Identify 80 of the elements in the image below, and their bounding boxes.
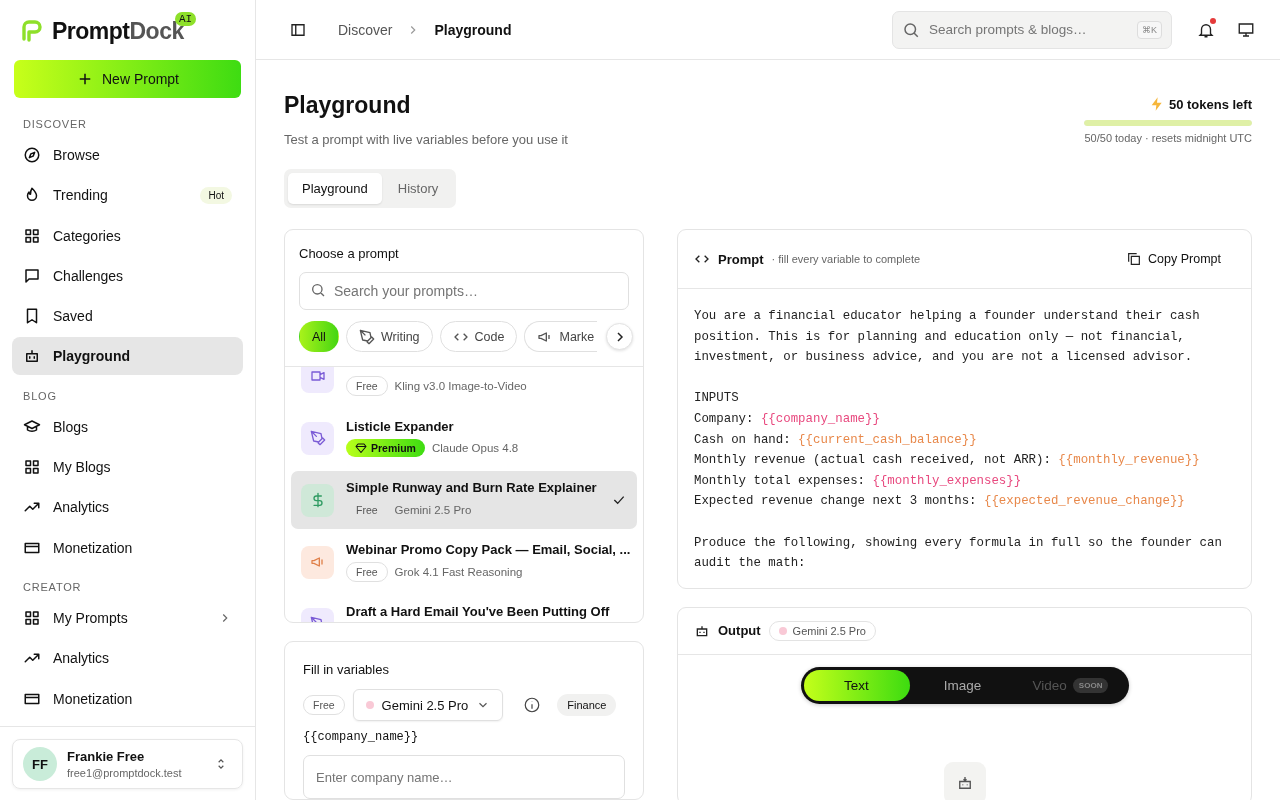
ai-badge: AI — [175, 12, 197, 26]
sidebar-item[interactable]: Browse — [12, 136, 243, 174]
model-name: Claude Opus 4.8 — [431, 442, 519, 454]
tokens-note: 50/50 today · resets midnight UTC — [1084, 132, 1252, 144]
prompt-list-item[interactable]: Webinar Promo Copy Pack — Email, Social, ... Free Grok 4.1 Fast Reasoning — [291, 533, 637, 591]
prompt-list-item[interactable]: Listicle Expander Premium Claude Opus 4.8 — [291, 409, 637, 467]
video-camera-icon — [301, 367, 334, 393]
input-field[interactable]: Enter company name… — [303, 755, 625, 799]
search-icon — [902, 20, 920, 39]
sidebar-item[interactable]: Blogs — [12, 407, 243, 446]
mode-tab: Video SOON — [1015, 669, 1126, 701]
section-heading: DISCOVER — [22, 117, 88, 132]
logo-icon — [20, 19, 44, 43]
sidebar-item[interactable]: My Blogs — [12, 448, 243, 487]
chat-bubble-icon — [23, 266, 41, 285]
tab[interactable]: History — [383, 173, 453, 204]
section-heading: BLOG — [22, 388, 58, 404]
prompt-list-item[interactable]: Simple Runway and Burn Rate Explainer Free Gemini 2.5 Pro — [291, 471, 637, 529]
premium-label: Premium — [371, 442, 416, 454]
robot-icon — [943, 761, 986, 800]
hot-label: Hot — [200, 186, 232, 204]
mode-tab[interactable]: Text — [803, 669, 910, 701]
filter-chip[interactable]: All — [299, 321, 339, 352]
copy-icon — [1126, 251, 1143, 267]
mode-tab[interactable]: Image — [909, 669, 1016, 701]
user-email: free1@promptdock.test — [67, 767, 183, 779]
avatar: FF — [23, 747, 57, 781]
diamond-icon — [355, 442, 367, 454]
model-name: Gemini 2.5 Pro — [394, 504, 472, 516]
sidebar-item[interactable]: Analytics — [12, 639, 243, 678]
card-title: Prompt — [718, 251, 764, 267]
dollar-icon — [301, 483, 334, 517]
prompt-title: Draft a Hard Email You've Been Putting Off — [346, 604, 611, 619]
pen-icon — [358, 328, 375, 345]
model-select[interactable]: Gemini 2.5 Pro — [352, 689, 504, 721]
pen-icon — [301, 421, 334, 455]
sidebar-item[interactable]: Trending Hot — [12, 176, 243, 215]
prompt-list-item[interactable]: Free Kling v3.0 Image-to-Video — [291, 367, 637, 405]
search-field[interactable]: Search your prompts… — [299, 272, 629, 310]
page-subtitle: Test a prompt with live variables before you use it — [284, 132, 568, 147]
scroll-right-button[interactable] — [606, 323, 633, 350]
sidebar-item[interactable]: Saved — [12, 297, 243, 336]
user-card[interactable]: FF Frankie Free free1@promptdock.test — [12, 739, 243, 789]
card-title: Output — [718, 623, 761, 639]
user-name: Frankie Free — [67, 749, 146, 764]
card-title: Fill in variables — [303, 662, 390, 677]
sidebar-item[interactable]: Monetization — [12, 679, 243, 718]
prompt-text: You are a financial educator helping a founder understand their cash position. This is for planning and education only — not financial, investment, or business advice, and you are not a licensed advisor. INPUTS Company: {{company_name}} Cash on hand: {{current_cash_balance}} Monthly revenue (actual cash received, not ARR): {{monthly_revenue}} Monthly total expenses: {{monthly_expenses}} Expected revenue change next 3 months: {{expected_revenue_change}} Produce the following, showing every formula in full so the founder can audit the math: — [693, 308, 1223, 573]
model-name: Kling v3.0 Image-to-Video — [394, 380, 527, 392]
prompt-title: Listicle Expander — [346, 419, 455, 434]
grid-icon — [23, 458, 41, 477]
sidebar-item[interactable]: My Prompts — [12, 598, 243, 637]
copy-prompt-button[interactable]: Copy Prompt — [1118, 247, 1235, 271]
grid-icon — [23, 226, 41, 245]
sidebar-item[interactable]: Categories — [12, 216, 243, 255]
section-heading: CREATOR — [22, 579, 83, 595]
info-icon[interactable] — [523, 696, 542, 714]
sidebar-item[interactable]: Monetization — [12, 528, 243, 567]
breadcrumb-item[interactable]: Discover — [338, 21, 393, 38]
megaphone-icon — [301, 545, 334, 579]
grid-icon — [23, 608, 41, 627]
tab[interactable]: Playground — [288, 173, 382, 204]
search-icon — [310, 282, 326, 298]
page-title: Playground — [284, 92, 412, 119]
price-label: Free — [355, 503, 379, 518]
prompt-list-item[interactable]: Draft a Hard Email You've Been Putting Off — [291, 595, 637, 622]
compass-icon — [23, 146, 41, 164]
variable-label: {{company_name}} — [303, 730, 420, 744]
prompt-title: Simple Runway and Burn Rate Explainer — [346, 480, 598, 495]
new-prompt-button[interactable]: New Prompt — [14, 60, 241, 98]
sidebar-item[interactable]: Analytics — [12, 488, 243, 527]
card-hint: · fill every variable to complete — [771, 253, 922, 265]
sidebar-item[interactable]: Challenges — [12, 256, 243, 295]
category-tag: Finance — [557, 694, 617, 716]
soon-label: SOON — [1072, 677, 1109, 693]
breadcrumb-item: Playground — [434, 21, 512, 38]
sidebar-item[interactable]: Playground — [12, 337, 243, 376]
model-name: Grok 4.1 Fast Reasoning — [394, 566, 523, 578]
tokens-left: 50 tokens left — [1168, 96, 1252, 112]
card-title: Choose a prompt — [299, 246, 400, 261]
